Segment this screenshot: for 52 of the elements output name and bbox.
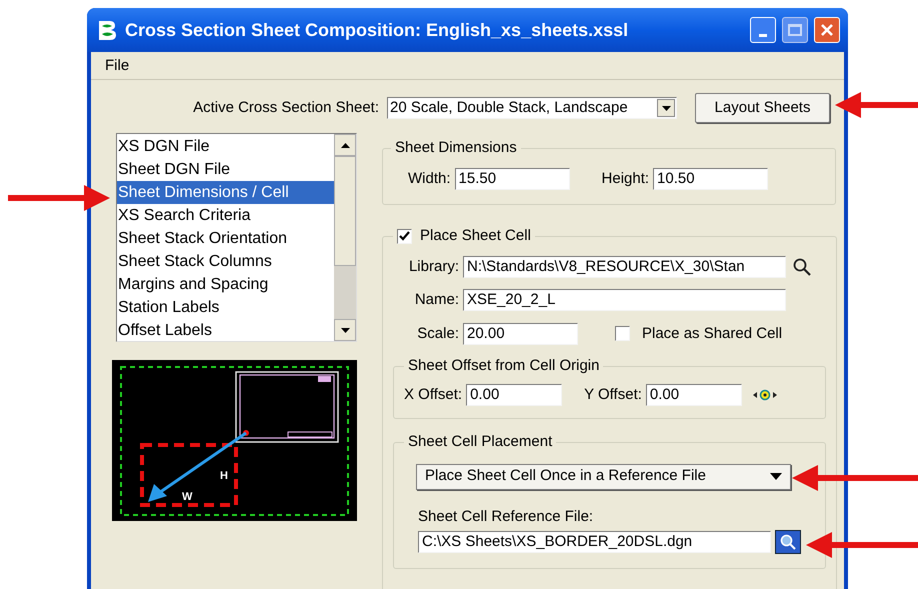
checkbox-label: Place as Shared Cell bbox=[642, 324, 782, 344]
field-label: Y Offset: bbox=[584, 384, 642, 404]
category-item[interactable]: Sheet DGN File bbox=[117, 158, 334, 181]
x-offset-field[interactable]: 0.00 bbox=[466, 384, 562, 406]
field-label: Sheet Cell Reference File: bbox=[418, 508, 594, 524]
scroll-up-icon[interactable] bbox=[340, 142, 350, 148]
field-label: X Offset: bbox=[404, 384, 462, 404]
library-field[interactable]: N:\Standards\V8_RESOURCE\X_30\Stan bbox=[463, 256, 786, 278]
checkbox-label: Place Sheet Cell bbox=[420, 226, 531, 246]
width-field[interactable]: 15.50 bbox=[454, 168, 570, 190]
category-item[interactable]: XS DGN File bbox=[117, 135, 334, 158]
window-title: Cross Section Sheet Composition: English_xs_sheets.xssl bbox=[125, 18, 630, 42]
minimize-button[interactable] bbox=[750, 17, 776, 43]
y-offset-field[interactable]: 0.00 bbox=[646, 384, 742, 406]
category-item[interactable]: Sheet Dimensions / Cell bbox=[117, 181, 334, 204]
active-sheet-dropdown[interactable]: 20 Scale, Double Stack, Landscape bbox=[387, 97, 677, 119]
height-field[interactable]: 10.50 bbox=[653, 168, 768, 190]
field-label: Scale: bbox=[416, 324, 460, 344]
width-label: W bbox=[182, 491, 192, 503]
layout-sheets-button[interactable]: Layout Sheets bbox=[695, 93, 830, 123]
cell-name-field[interactable]: XSE_20_2_L bbox=[463, 289, 786, 312]
category-item[interactable]: Offset Labels bbox=[117, 319, 334, 342]
search-icon bbox=[779, 533, 797, 551]
crosshair-icon[interactable] bbox=[752, 388, 778, 402]
field-label: Name: bbox=[414, 290, 460, 310]
scroll-down-icon[interactable] bbox=[340, 328, 350, 332]
category-item[interactable]: Station Labels bbox=[117, 296, 334, 319]
close-button[interactable] bbox=[814, 17, 840, 43]
group-title: Sheet Offset from Cell Origin bbox=[407, 356, 600, 376]
shared-cell-checkbox[interactable] bbox=[615, 326, 630, 342]
active-sheet-label: Active Cross Section Sheet: bbox=[193, 98, 379, 118]
scale-field[interactable]: 20.00 bbox=[463, 322, 578, 345]
browse-button[interactable] bbox=[775, 530, 801, 554]
field-label: Library: bbox=[408, 256, 460, 276]
search-icon[interactable] bbox=[792, 256, 812, 277]
close-icon bbox=[820, 23, 834, 37]
field-label: Width: bbox=[408, 168, 451, 188]
caret-icon bbox=[770, 473, 782, 480]
menu-item[interactable]: File bbox=[105, 55, 130, 78]
category-item[interactable]: Sheet Stack Orientation bbox=[117, 227, 334, 250]
height-label: H bbox=[220, 470, 228, 482]
group-title: Sheet Cell Placement bbox=[407, 432, 554, 452]
caret-icon bbox=[662, 106, 670, 110]
group-title: Sheet Dimensions bbox=[394, 138, 518, 158]
reference-file-field[interactable]: C:\XS Sheets\XS_BORDER_20DSL.dgn bbox=[418, 531, 771, 553]
scrollbar[interactable] bbox=[334, 134, 356, 341]
placement-dropdown[interactable]: Place Sheet Cell Once in a Reference File bbox=[416, 464, 791, 490]
category-item[interactable]: XS Search Criteria bbox=[117, 204, 334, 227]
category-item[interactable]: Sheet Stack Columns bbox=[117, 250, 334, 273]
field-label: Height: bbox=[602, 168, 650, 188]
place-sheet-cell-checkbox[interactable] bbox=[397, 228, 412, 244]
category-item[interactable]: Margins and Spacing bbox=[117, 273, 334, 296]
